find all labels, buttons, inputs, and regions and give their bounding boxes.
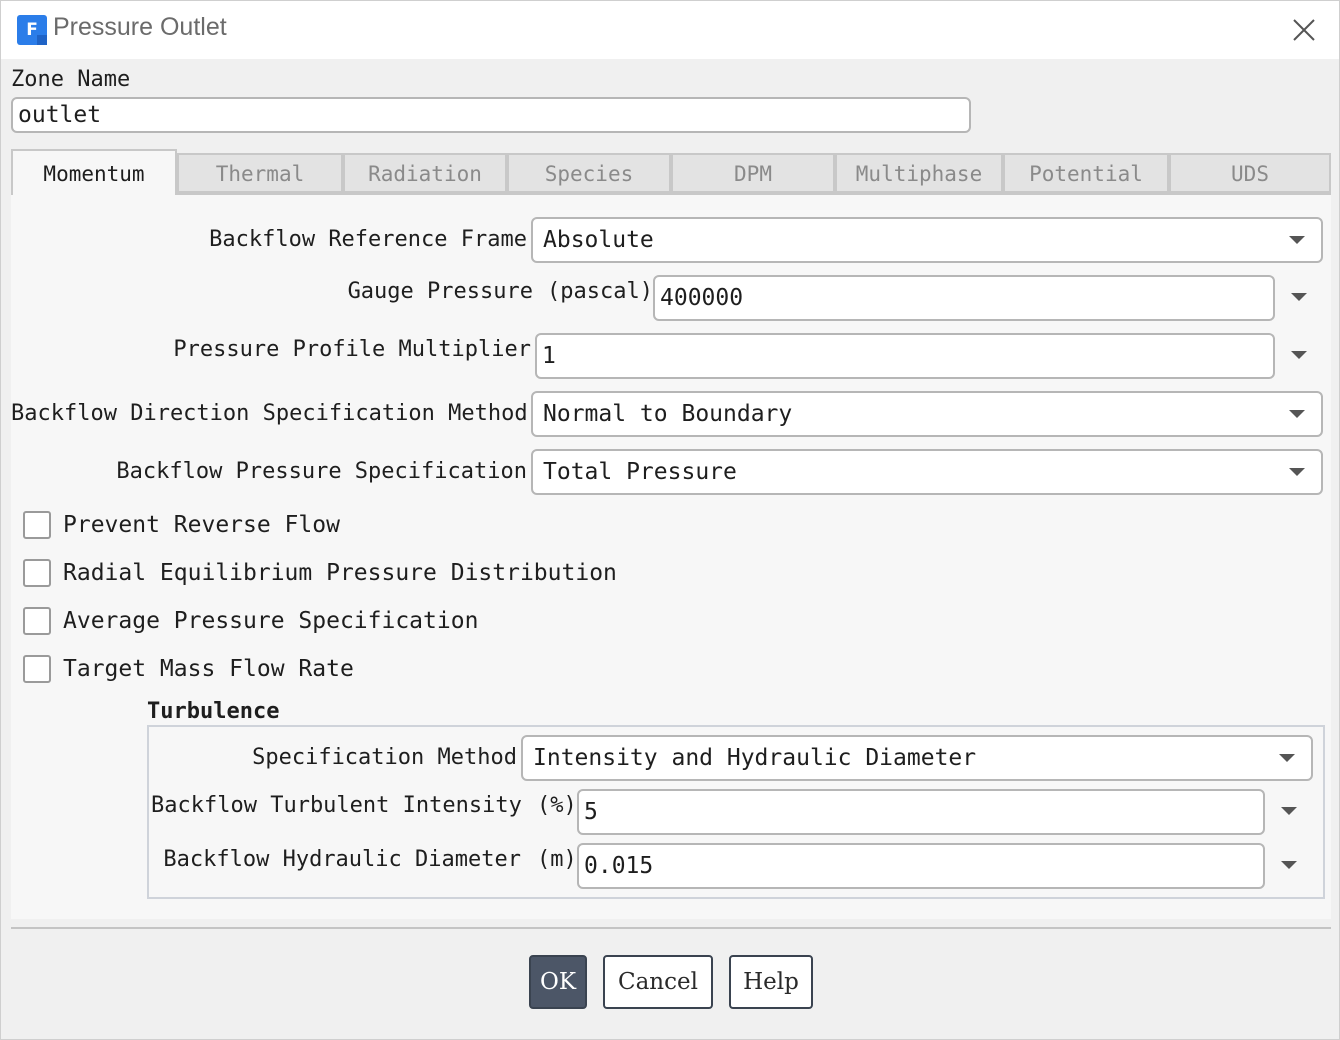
backflow-pressure-spec-value: Total Pressure [543, 459, 737, 485]
backflow-reference-frame-label: Backflow Reference Frame [209, 227, 527, 252]
tab-potential[interactable]: Potential [1003, 153, 1169, 193]
target-mass-flow-rate-checkbox[interactable] [23, 655, 51, 683]
backflow-reference-frame-value: Absolute [543, 227, 654, 253]
turbulence-group-title: Turbulence [147, 699, 280, 724]
hydraulic-diameter-chevron-icon[interactable] [1281, 861, 1297, 869]
gauge-pressure-options-chevron-icon[interactable] [1291, 293, 1307, 301]
chevron-down-icon [1289, 410, 1305, 418]
tab-dpm[interactable]: DPM [671, 153, 835, 193]
prevent-reverse-flow-checkbox[interactable] [23, 511, 51, 539]
fluent-app-icon: F [17, 15, 47, 45]
tab-multiphase[interactable]: Multiphase [835, 153, 1003, 193]
backflow-direction-method-dropdown[interactable]: Normal to Boundary [531, 391, 1323, 437]
cancel-button[interactable]: Cancel [603, 955, 713, 1009]
chevron-down-icon [1289, 468, 1305, 476]
zone-name-label: Zone Name [11, 67, 131, 92]
window-title: Pressure Outlet [53, 13, 227, 41]
pressure-profile-multiplier-input[interactable]: 1 [535, 333, 1275, 379]
turbulent-intensity-chevron-icon[interactable] [1281, 807, 1297, 815]
gauge-pressure-label: Gauge Pressure [347, 279, 533, 304]
backflow-pressure-spec-label: Backflow Pressure Specification [116, 459, 527, 484]
gauge-pressure-unit: (pascal) [547, 279, 653, 304]
backflow-hydraulic-diameter-label: Backflow Hydraulic Diameter [163, 847, 521, 872]
tab-uds[interactable]: UDS [1169, 153, 1331, 193]
average-pressure-spec-label: Average Pressure Specification [63, 608, 479, 634]
pressure-profile-multiplier-label: Pressure Profile Multiplier [173, 337, 531, 362]
backflow-hydraulic-diameter-unit: (m) [537, 847, 577, 872]
specification-method-dropdown[interactable]: Intensity and Hydraulic Diameter [521, 735, 1313, 781]
tab-species[interactable]: Species [507, 153, 671, 193]
pressure-profile-multiplier-chevron-icon[interactable] [1291, 351, 1307, 359]
tab-thermal[interactable]: Thermal [177, 153, 343, 193]
backflow-direction-method-value: Normal to Boundary [543, 401, 793, 427]
tab-radiation[interactable]: Radiation [343, 153, 507, 193]
ok-button[interactable]: OK [529, 955, 587, 1009]
chevron-down-icon [1279, 754, 1295, 762]
backflow-turbulent-intensity-unit: (%) [537, 793, 577, 818]
footer-separator [11, 927, 1331, 929]
title-bar: F Pressure Outlet [1, 1, 1339, 59]
backflow-direction-method-label: Backflow Direction Specification Method [11, 401, 528, 426]
backflow-turbulent-intensity-label: Backflow Turbulent Intensity [151, 793, 522, 818]
app-icon-letter: F [26, 20, 38, 40]
prevent-reverse-flow-label: Prevent Reverse Flow [63, 512, 340, 538]
target-mass-flow-rate-label: Target Mass Flow Rate [63, 656, 354, 682]
backflow-hydraulic-diameter-input[interactable]: 0.015 [577, 843, 1265, 889]
help-button[interactable]: Help [729, 955, 813, 1009]
pressure-outlet-dialog: F Pressure Outlet Zone Name outlet Momen… [0, 0, 1340, 1040]
chevron-down-icon [1289, 236, 1305, 244]
radial-equilibrium-label: Radial Equilibrium Pressure Distribution [63, 560, 617, 586]
specification-method-value: Intensity and Hydraulic Diameter [533, 745, 977, 771]
gauge-pressure-input[interactable]: 400000 [653, 275, 1275, 321]
backflow-reference-frame-dropdown[interactable]: Absolute [531, 217, 1323, 263]
zone-name-input[interactable]: outlet [11, 97, 971, 133]
close-icon[interactable] [1287, 13, 1321, 47]
radial-equilibrium-checkbox[interactable] [23, 559, 51, 587]
backflow-turbulent-intensity-input[interactable]: 5 [577, 789, 1265, 835]
tab-momentum[interactable]: Momentum [11, 149, 177, 195]
backflow-pressure-spec-dropdown[interactable]: Total Pressure [531, 449, 1323, 495]
specification-method-label: Specification Method [252, 745, 517, 770]
tab-bar: Momentum Thermal Radiation Species DPM M… [11, 149, 1331, 195]
average-pressure-spec-checkbox[interactable] [23, 607, 51, 635]
